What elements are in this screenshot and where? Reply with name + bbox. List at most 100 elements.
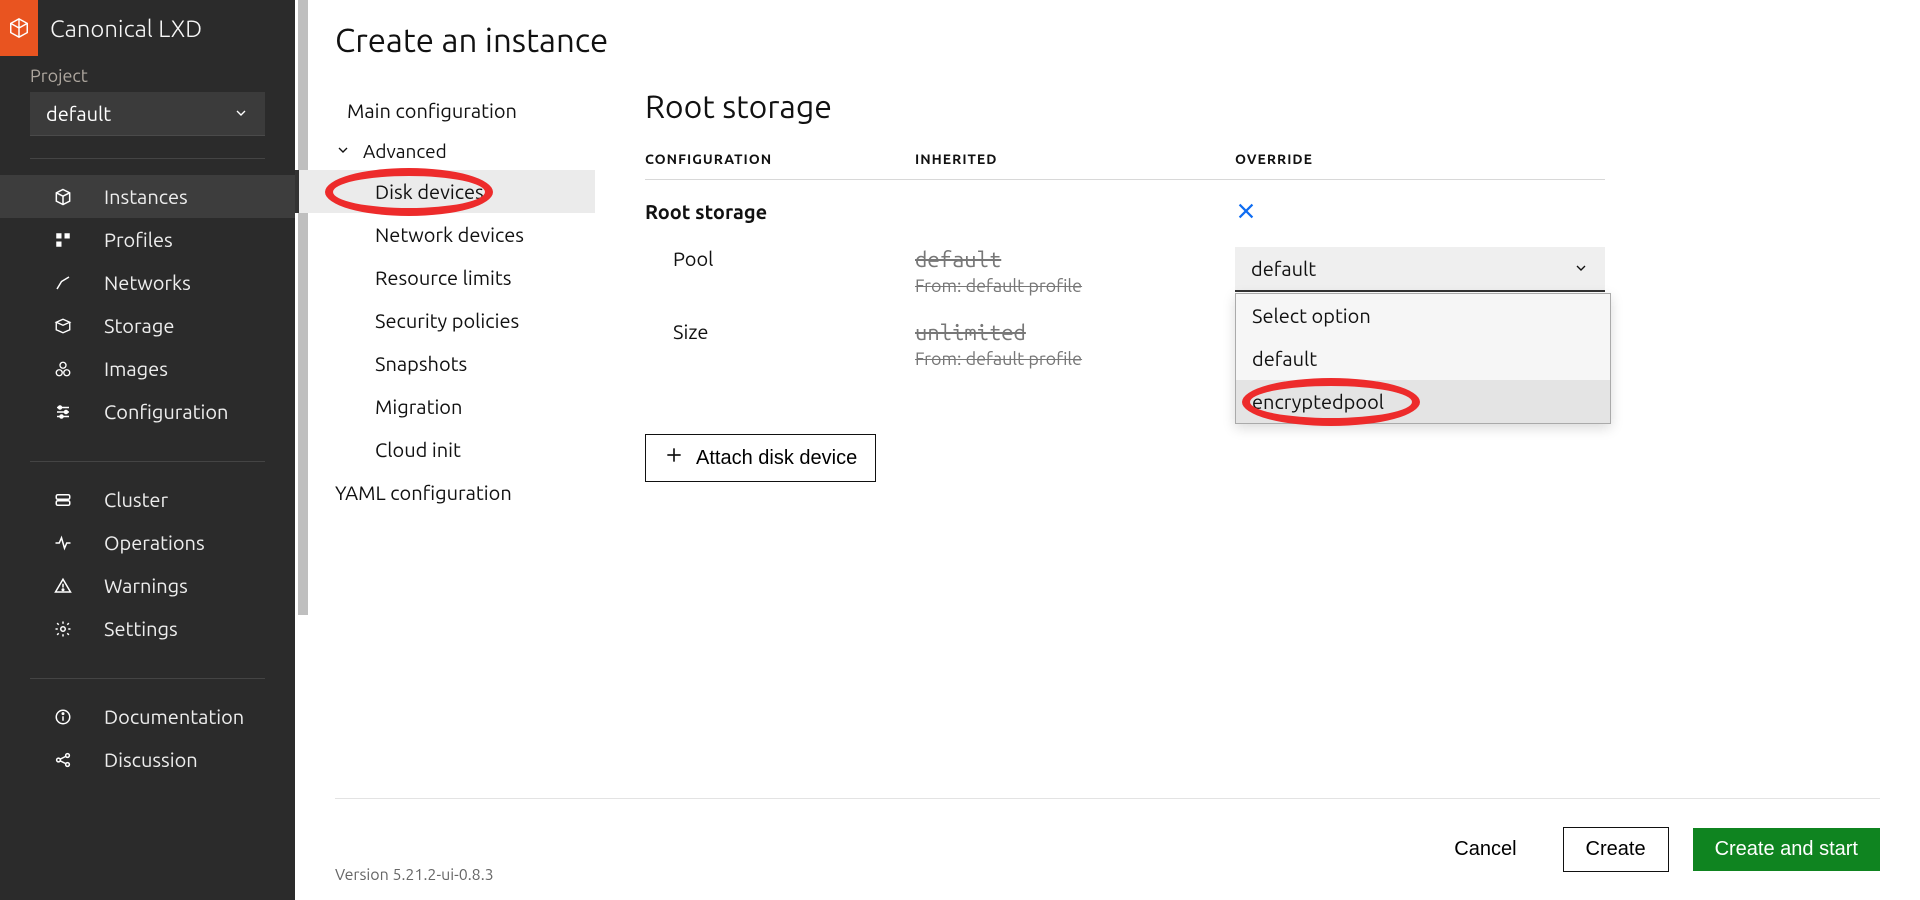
cancel-button[interactable]: Cancel — [1432, 828, 1538, 871]
grid-icon — [52, 231, 74, 249]
pool-inherited-value: default — [915, 247, 1235, 272]
pool-selected-value: default — [1251, 257, 1316, 280]
config-sub-cloud-init[interactable]: Cloud init — [335, 428, 595, 471]
chevron-down-icon — [335, 140, 351, 162]
option-label: encryptedpool — [1252, 390, 1384, 413]
lxd-logo-icon — [0, 0, 38, 56]
sidebar: Canonical LXD Project default Instances … — [0, 0, 295, 900]
sidebar-item-images[interactable]: Images — [0, 347, 295, 390]
main-panel: Create an instance Main configuration Ad… — [295, 0, 1920, 900]
config-sub-snapshots[interactable]: Snapshots — [335, 342, 595, 385]
project-select[interactable]: default — [30, 92, 265, 136]
pool-option-default[interactable]: default — [1236, 337, 1610, 380]
brand: Canonical LXD — [0, 0, 295, 56]
sidebar-label: Instances — [104, 185, 188, 208]
sub-label: Disk devices — [375, 180, 484, 203]
nav-group-main: Instances Profiles Networks Storage Imag… — [0, 165, 295, 443]
advanced-label: Advanced — [363, 140, 447, 162]
project-label: Project — [30, 66, 265, 86]
col-configuration: CONFIGURATION — [645, 151, 915, 167]
chevron-down-icon — [1573, 257, 1589, 280]
pool-option-encryptedpool[interactable]: encryptedpool — [1236, 380, 1610, 423]
divider — [30, 158, 265, 159]
sidebar-label: Storage — [104, 314, 174, 337]
version-text: Version 5.21.2-ui-0.8.3 — [335, 866, 494, 884]
section-title: Root storage — [645, 89, 1605, 125]
network-icon — [52, 274, 74, 292]
size-inherited-source: From: default profile — [915, 349, 1235, 369]
sidebar-item-warnings[interactable]: Warnings — [0, 564, 295, 607]
config-sub-security-policies[interactable]: Security policies — [335, 299, 595, 342]
sidebar-label: Networks — [104, 271, 191, 294]
server-icon — [52, 491, 74, 509]
pool-override-select[interactable]: default Select option default encryptedp… — [1235, 247, 1605, 292]
row-root-storage: Root storage — [645, 180, 1605, 235]
sidebar-label: Profiles — [104, 228, 173, 251]
activity-icon — [52, 534, 74, 552]
sidebar-label: Discussion — [104, 748, 198, 771]
sidebar-label: Configuration — [104, 400, 228, 423]
page-title: Create an instance — [335, 22, 1880, 59]
sidebar-item-profiles[interactable]: Profiles — [0, 218, 295, 261]
brand-text: Canonical LXD — [50, 15, 202, 42]
footer-actions: Cancel Create Create and start — [335, 798, 1880, 900]
config-body: Root storage CONFIGURATION INHERITED OVE… — [645, 89, 1605, 798]
config-sub-resource-limits[interactable]: Resource limits — [335, 256, 595, 299]
share-icon — [52, 751, 74, 769]
col-override: OVERRIDE — [1235, 151, 1605, 167]
pool-select-box[interactable]: default — [1235, 247, 1605, 292]
sidebar-item-settings[interactable]: Settings — [0, 607, 295, 650]
table-header: CONFIGURATION INHERITED OVERRIDE — [645, 151, 1605, 180]
pool-option-placeholder[interactable]: Select option — [1236, 294, 1610, 337]
chevron-down-icon — [233, 102, 249, 125]
size-inherited-value: unlimited — [915, 320, 1235, 345]
pool-label: Pool — [645, 247, 915, 270]
warning-icon — [52, 577, 74, 595]
config-sub-migration[interactable]: Migration — [335, 385, 595, 428]
create-button[interactable]: Create — [1563, 827, 1669, 872]
pool-inherited-source: From: default profile — [915, 276, 1235, 296]
config-sub-network-devices[interactable]: Network devices — [335, 213, 595, 256]
nav-group-sys: Cluster Operations Warnings Settings — [0, 468, 295, 660]
root-storage-label: Root storage — [645, 200, 915, 223]
config-nav-main[interactable]: Main configuration — [335, 89, 595, 132]
sliders-icon — [52, 403, 74, 421]
gear-icon — [52, 620, 74, 638]
clear-override-button[interactable] — [1235, 200, 1605, 227]
sidebar-item-discussion[interactable]: Discussion — [0, 738, 295, 781]
sidebar-label: Settings — [104, 617, 178, 640]
sidebar-item-networks[interactable]: Networks — [0, 261, 295, 304]
pool-dropdown: Select option default encryptedpool — [1235, 293, 1611, 424]
sidebar-label: Documentation — [104, 705, 244, 728]
project-block: Project default — [0, 56, 295, 140]
sidebar-label: Warnings — [104, 574, 188, 597]
col-inherited: INHERITED — [915, 151, 1235, 167]
create-and-start-button[interactable]: Create and start — [1693, 828, 1880, 871]
config-sub-disk-devices[interactable]: Disk devices — [295, 170, 595, 213]
box-icon — [52, 317, 74, 335]
sidebar-label: Cluster — [104, 488, 168, 511]
sidebar-item-cluster[interactable]: Cluster — [0, 478, 295, 521]
sidebar-item-configuration[interactable]: Configuration — [0, 390, 295, 433]
sidebar-item-documentation[interactable]: Documentation — [0, 695, 295, 738]
config-nav-yaml[interactable]: YAML configuration — [335, 471, 595, 514]
divider — [30, 461, 265, 462]
row-pool: Pool default From: default profile defau… — [645, 235, 1605, 308]
info-icon — [52, 708, 74, 726]
size-label: Size — [645, 320, 915, 343]
divider — [30, 678, 265, 679]
images-icon — [52, 360, 74, 378]
config-nav-advanced[interactable]: Advanced — [335, 132, 595, 170]
project-value: default — [46, 102, 111, 125]
attach-disk-button[interactable]: Attach disk device — [645, 434, 876, 482]
sidebar-label: Images — [104, 357, 168, 380]
config-nav: Main configuration Advanced Disk devices… — [335, 89, 595, 798]
size-inherited: unlimited From: default profile — [915, 320, 1235, 369]
cube-icon — [52, 187, 74, 207]
sidebar-item-instances[interactable]: Instances — [0, 175, 295, 218]
sidebar-item-operations[interactable]: Operations — [0, 521, 295, 564]
sidebar-item-storage[interactable]: Storage — [0, 304, 295, 347]
pool-inherited: default From: default profile — [915, 247, 1235, 296]
sidebar-label: Operations — [104, 531, 205, 554]
nav-group-help: Documentation Discussion — [0, 685, 295, 791]
